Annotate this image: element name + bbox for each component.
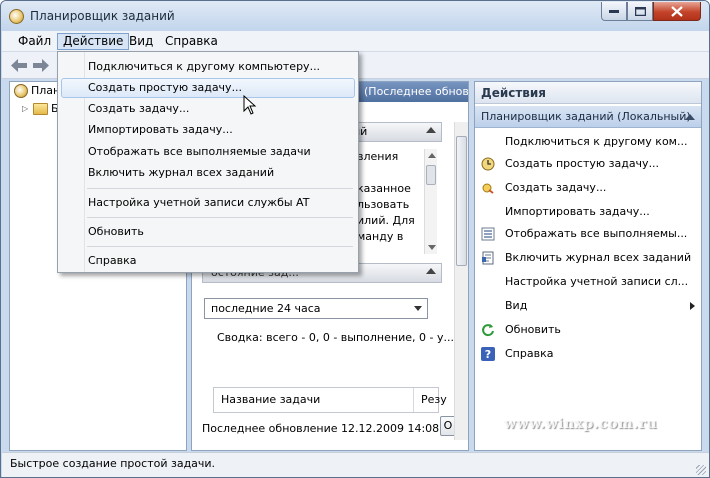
menu-file[interactable]: Файл — [13, 33, 56, 50]
close-button[interactable] — [653, 2, 701, 21]
action-label: Настройка учетной записи сл... — [505, 275, 689, 288]
menuitem-at-account[interactable]: Настройка учетной записи службы AT — [61, 193, 355, 213]
column-task-name[interactable]: Название задачи — [214, 388, 414, 412]
menuitem-create-task[interactable]: Создать задачу... — [61, 99, 355, 119]
action-label: Создать простую задачу... — [505, 157, 660, 170]
action-at-account[interactable]: Настройка учетной записи сл... — [479, 272, 699, 292]
action-label: Создать задачу... — [505, 181, 607, 194]
scroll-thumb[interactable] — [456, 136, 467, 266]
app-window: Планировщик заданий Файл Действие Вид Сп… — [0, 0, 710, 478]
actions-title: Действия — [475, 82, 701, 104]
back-arrow-icon[interactable] — [11, 59, 27, 72]
maximize-icon — [634, 6, 646, 16]
task-table-header: Название задачи Резу — [213, 387, 447, 413]
mouse-cursor-icon — [243, 95, 257, 115]
menuitem-help[interactable]: Справка — [61, 251, 355, 271]
menu-help[interactable]: Справка — [160, 33, 223, 50]
minimize-button[interactable] — [601, 2, 627, 21]
menu-separator — [87, 246, 353, 247]
center-scrollbar[interactable] — [454, 122, 468, 440]
menu-action[interactable]: Действие — [57, 33, 130, 50]
close-icon — [671, 5, 683, 17]
action-enable-history[interactable]: Включить журнал всех заданий — [479, 248, 699, 268]
action-import-task[interactable]: Импортировать задачу... — [479, 202, 699, 222]
list-icon — [481, 227, 495, 241]
clock-icon — [481, 157, 495, 171]
maximize-button[interactable] — [627, 2, 653, 21]
menuitem-connect[interactable]: Подключиться к другому компьютеру... — [61, 57, 355, 77]
task-scheduler-icon — [9, 9, 24, 24]
action-menu-dropdown: Подключиться к другому компьютеру... Соз… — [57, 51, 359, 273]
task-icon — [482, 183, 494, 194]
scroll-down-icon[interactable] — [428, 245, 436, 250]
action-view[interactable]: Вид — [479, 296, 699, 316]
collapse-icon — [426, 127, 436, 133]
svg-text:?: ? — [485, 348, 491, 361]
section-label: Планировщик заданий (Локальный) — [481, 110, 691, 123]
watermark: www.winxp.com.ru — [504, 416, 658, 432]
menuitem-refresh[interactable]: Обновить — [61, 222, 355, 242]
chevron-down-icon — [414, 306, 422, 311]
expand-arrow-icon[interactable]: ▷ — [22, 101, 30, 117]
action-label: Подключиться к другому ком... — [505, 135, 688, 148]
scroll-thumb[interactable] — [426, 165, 436, 185]
action-show-running[interactable]: Отображать все выполняемы... — [479, 224, 699, 244]
column-result[interactable]: Резу — [414, 388, 447, 412]
description-scrollbar[interactable] — [424, 149, 437, 254]
folder-icon — [33, 103, 48, 115]
minimize-icon — [609, 10, 619, 13]
collapse-icon — [426, 268, 436, 274]
window-title: Планировщик заданий — [30, 9, 175, 23]
task-summary: Сводка: всего - 0, 0 - выполнение, 0 - у… — [217, 331, 454, 344]
period-select-value: последние 24 часа — [211, 302, 321, 315]
action-label: Вид — [505, 299, 528, 312]
action-label: Отображать все выполняемы... — [505, 227, 688, 240]
clock-icon — [14, 84, 28, 98]
menu-separator — [87, 188, 353, 189]
menuitem-show-running[interactable]: Отображать все выполняемые задачи — [61, 142, 355, 162]
action-connect[interactable]: Подключиться к другому ком... — [479, 132, 699, 152]
title-bar[interactable]: Планировщик заданий — [1, 1, 709, 31]
resize-grip[interactable] — [696, 465, 706, 475]
actions-section-header[interactable]: Планировщик заданий (Локальный) — [475, 106, 701, 128]
menu-separator — [87, 217, 353, 218]
menu-bar: Файл Действие Вид Справка — [2, 31, 709, 52]
action-label: Справка — [505, 347, 554, 360]
action-label: Обновить — [505, 323, 561, 336]
action-label: Включить журнал всех заданий — [505, 251, 692, 264]
action-label: Импортировать задачу... — [505, 205, 650, 218]
chevron-right-icon — [690, 302, 695, 310]
help-icon: ? — [481, 347, 495, 361]
period-select[interactable]: последние 24 часа — [204, 298, 428, 319]
last-update-text: Последнее обновление 12.12.2009 14:08:20 — [202, 422, 457, 435]
refresh-icon — [482, 324, 494, 337]
action-create-task[interactable]: Создать задачу... — [479, 178, 699, 198]
status-text: Быстрое создание простой задачи. — [10, 457, 216, 470]
menu-view[interactable]: Вид — [124, 33, 158, 50]
menuitem-create-basic-task[interactable]: Создать простую задачу... — [61, 78, 355, 98]
overview-description: вления казанное льзовать илий. Для манду… — [357, 150, 415, 243]
forward-arrow-icon[interactable] — [33, 59, 49, 72]
action-help[interactable]: ? Справка — [479, 344, 699, 364]
action-refresh[interactable]: Обновить — [479, 320, 699, 340]
actions-pane: Действия Планировщик заданий (Локальный)… — [474, 81, 702, 451]
log-icon — [482, 251, 494, 265]
tree-node-library[interactable]: ▷ Б — [22, 101, 59, 117]
collapse-icon — [685, 114, 695, 120]
action-create-basic-task[interactable]: Создать простую задачу... — [479, 154, 699, 174]
menuitem-import-task[interactable]: Импортировать задачу... — [61, 120, 355, 140]
scroll-up-icon[interactable] — [428, 153, 436, 158]
status-bar: Быстрое создание простой задачи. — [2, 452, 709, 477]
menuitem-enable-history[interactable]: Включить журнал всех заданий — [61, 163, 355, 183]
